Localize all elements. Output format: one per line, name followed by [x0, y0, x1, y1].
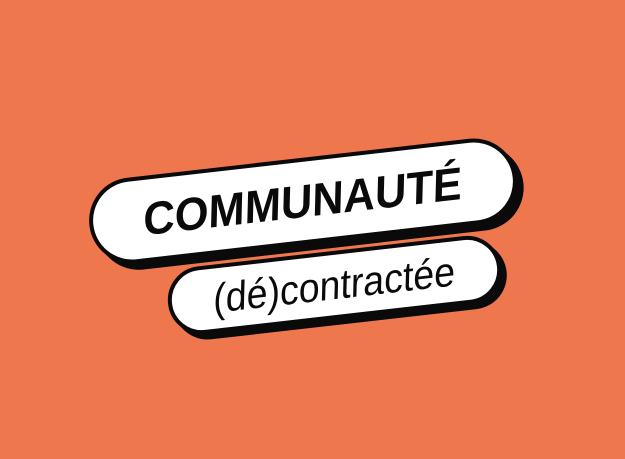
logo-line-1: COMMUNAUTÉ: [143, 156, 463, 246]
logo-line-2: (dé)contractée: [213, 247, 456, 322]
logo-canvas: (dé)contractée COMMUNAUTÉ: [0, 0, 625, 459]
